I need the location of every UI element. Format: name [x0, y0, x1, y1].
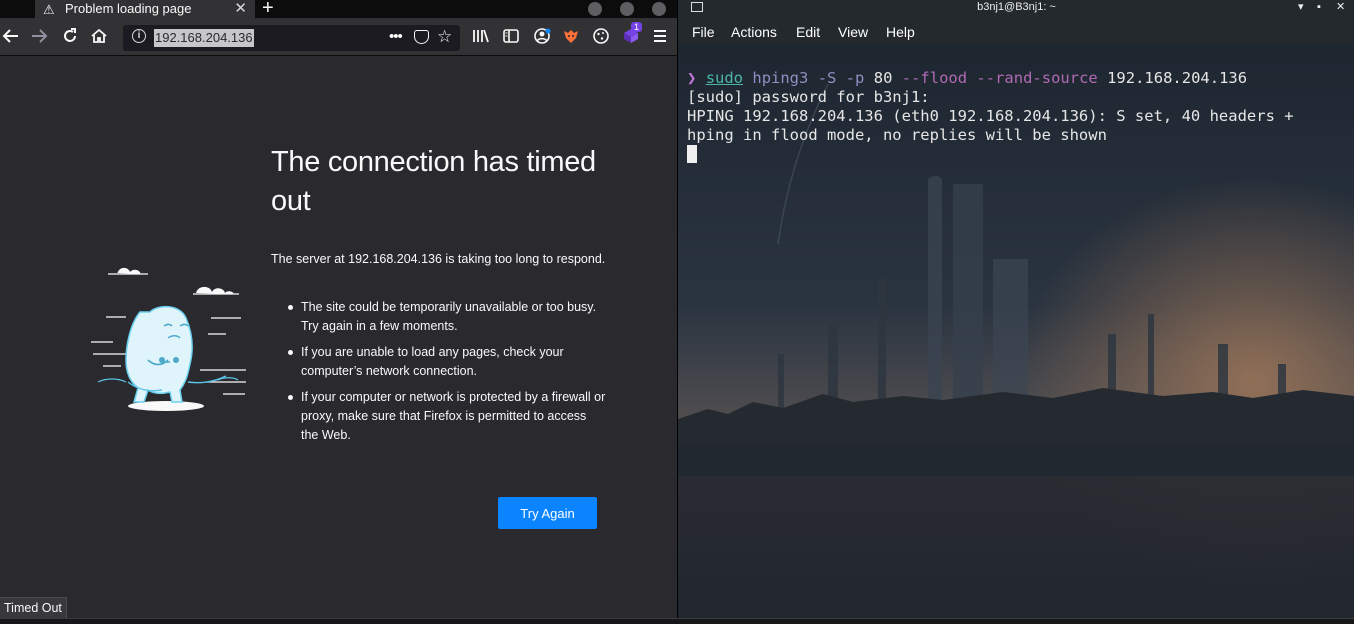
cmd-opt-p: -p [845, 69, 865, 87]
taskbar-edge [0, 618, 1354, 624]
cmd-sudo: sudo [705, 69, 744, 87]
menu-actions[interactable]: Actions [731, 23, 777, 41]
reload-icon[interactable] [61, 27, 79, 50]
sidebar-icon[interactable] [502, 27, 520, 50]
terminal-menubar: File Actions Edit View Help [678, 16, 1354, 44]
close-icon[interactable]: ✕ [1336, 0, 1345, 14]
tab-close-icon[interactable]: ✕ [234, 0, 247, 17]
try-again-button[interactable]: Try Again [498, 497, 597, 529]
minimize-button[interactable] [588, 2, 602, 16]
output-line: hping in flood mode, no replies will be … [687, 126, 1107, 144]
page-actions-icon[interactable]: ••• [389, 26, 403, 48]
url-text[interactable]: 192.168.204.136 [154, 29, 254, 47]
extension-cookie-icon[interactable] [592, 27, 610, 50]
output-line: HPING 192.168.204.136 (eth0 192.168.204.… [687, 107, 1294, 125]
minimize-icon[interactable]: ▾ [1298, 0, 1304, 14]
terminal-output[interactable]: ❯ sudo hping3 -S -p 80 --flood --rand-so… [687, 69, 1294, 164]
menu-file[interactable]: File [692, 23, 715, 41]
cmd-opt-flood: --flood [901, 69, 968, 87]
library-icon[interactable] [472, 27, 490, 50]
suggestion-item: The site could be temporarily unavailabl… [287, 298, 607, 336]
bookmark-star-icon[interactable]: ☆ [437, 26, 452, 48]
site-info-icon[interactable]: i [132, 29, 146, 43]
tab-bar: ⚠ Problem loading page ✕ + [0, 0, 677, 20]
home-icon[interactable] [90, 27, 108, 50]
tab-problem-loading[interactable]: ⚠ Problem loading page ✕ [35, 0, 255, 18]
nav-toolbar: i 192.168.204.136 ••• ☆ 1 [0, 18, 677, 56]
menu-help[interactable]: Help [886, 23, 915, 41]
terminal-cursor [687, 145, 697, 163]
account-icon[interactable] [533, 27, 551, 50]
new-tab-button[interactable]: + [262, 0, 274, 20]
cmd-target: 192.168.204.136 [1107, 69, 1248, 87]
terminal-window: b3nj1@B3nj1: ~ ▾ ▪ ✕ File Actions Edit V… [677, 0, 1354, 624]
hamburger-menu-icon[interactable] [652, 27, 668, 50]
terminal-titlebar: b3nj1@B3nj1: ~ ▾ ▪ ✕ [678, 0, 1354, 16]
terminal-window-title: b3nj1@B3nj1: ~ [977, 1, 1056, 13]
cmd-opt-rand: --rand-source [976, 69, 1098, 87]
error-title: The connection has timed out [271, 146, 596, 217]
maximize-button[interactable] [620, 2, 634, 16]
back-icon[interactable] [2, 27, 20, 50]
extension-badge: 1 [631, 22, 643, 32]
cmd-tool: hping3 [752, 69, 809, 87]
close-window-button[interactable] [652, 2, 666, 16]
warning-icon: ⚠ [43, 2, 55, 17]
cmd-port: 80 [873, 69, 893, 87]
cmd-opt-s: -S [817, 69, 837, 87]
error-description: The server at 192.168.204.136 is taking … [271, 252, 606, 266]
maximize-icon[interactable]: ▪ [1317, 0, 1321, 14]
error-page: The connection has timed out The server … [0, 57, 677, 624]
suggestion-item: If you are unable to load any pages, che… [287, 343, 607, 381]
error-suggestions: The site could be temporarily unavailabl… [287, 298, 607, 452]
menu-edit[interactable]: Edit [796, 23, 820, 41]
output-line: [sudo] password for b3nj1: [687, 88, 930, 106]
timeout-illustration [91, 267, 246, 411]
extension-fox-icon[interactable] [562, 27, 580, 50]
address-bar[interactable]: i 192.168.204.136 ••• ☆ [123, 25, 460, 51]
prompt-symbol: ❯ [687, 69, 697, 87]
suggestion-item: If your computer or network is protected… [287, 388, 607, 445]
tab-title: Problem loading page [65, 1, 192, 16]
pocket-icon[interactable] [414, 30, 429, 44]
forward-icon[interactable] [30, 27, 48, 50]
terminal-app-icon [691, 2, 703, 12]
menu-view[interactable]: View [838, 23, 868, 41]
firefox-window: ⚠ Problem loading page ✕ + i 192.168.204… [0, 0, 677, 624]
status-tooltip: Timed Out [0, 597, 67, 619]
